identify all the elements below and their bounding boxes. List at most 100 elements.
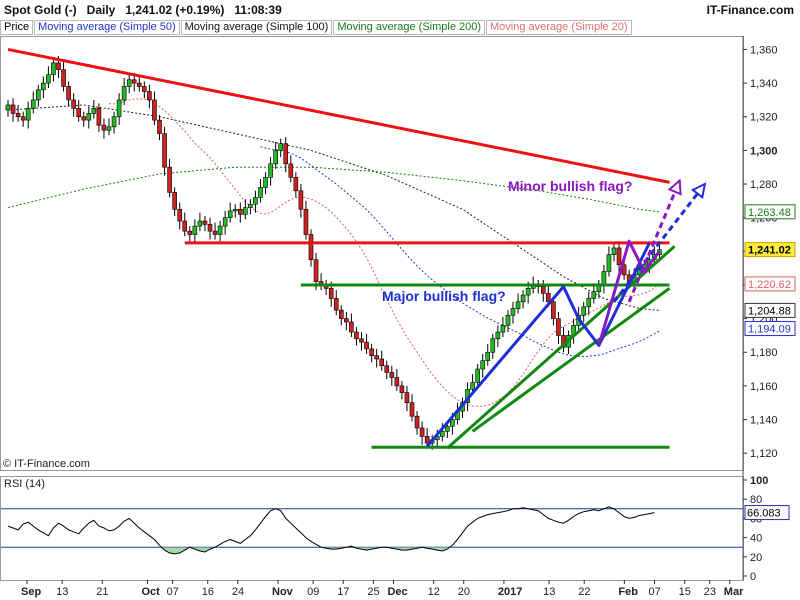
candle-body bbox=[606, 254, 612, 272]
candle-body bbox=[591, 291, 597, 299]
price-y-tick-label: 1,140 bbox=[750, 415, 778, 427]
x-tick-label: Nov bbox=[272, 586, 294, 598]
rsi-y-tick-label: 100 bbox=[750, 475, 768, 487]
candle-body bbox=[46, 74, 51, 84]
candle-body bbox=[131, 79, 137, 84]
candle-body bbox=[369, 348, 374, 356]
price-y-tick-label: 1,160 bbox=[750, 381, 778, 393]
rsi-title: RSI (14) bbox=[4, 478, 45, 490]
candle-body bbox=[172, 192, 177, 210]
candle-body bbox=[540, 286, 546, 294]
candle-body bbox=[232, 208, 238, 212]
candle-body bbox=[485, 351, 491, 361]
x-tick-label: 17 bbox=[337, 586, 349, 598]
candle-body bbox=[278, 143, 284, 151]
candle-body bbox=[66, 86, 71, 101]
x-tick-label: 25 bbox=[367, 586, 379, 598]
x-tick-label: 15 bbox=[679, 586, 691, 598]
candle-body bbox=[197, 220, 203, 227]
rsi-panel-frame bbox=[0, 476, 744, 581]
candle-body bbox=[551, 301, 556, 319]
candle-body bbox=[56, 62, 61, 70]
candle-body bbox=[303, 208, 309, 235]
candle-body bbox=[116, 99, 122, 118]
candle-body bbox=[25, 108, 31, 121]
candle-body bbox=[419, 427, 425, 437]
rsi-y-tick-label: 40 bbox=[750, 533, 762, 545]
candle-body bbox=[268, 163, 273, 178]
candle-body bbox=[445, 425, 450, 432]
x-tick-label: 24 bbox=[232, 586, 244, 598]
candle-body bbox=[157, 119, 162, 134]
candle-body bbox=[167, 166, 172, 193]
candle-body bbox=[404, 392, 410, 404]
candle-body bbox=[137, 82, 142, 87]
candle-body bbox=[349, 321, 354, 333]
x-tick-label: 07 bbox=[167, 586, 179, 598]
candle-body bbox=[344, 318, 349, 323]
price-badge-label: 1,241.02 bbox=[748, 245, 791, 257]
candle-body bbox=[71, 99, 76, 109]
candle-body bbox=[227, 210, 233, 218]
candle-body bbox=[581, 306, 587, 316]
x-tick-label: 23 bbox=[704, 586, 716, 598]
candle-body bbox=[293, 177, 299, 192]
candle-body bbox=[207, 224, 213, 232]
price-chart: 1,1201,1401,1601,1801,2001,2201,2401,260… bbox=[0, 36, 796, 598]
candle-body bbox=[556, 318, 561, 336]
candle-body bbox=[475, 368, 480, 383]
annotation-major-flag: Major bullish flag? bbox=[382, 288, 506, 304]
x-tick-label: Oct bbox=[141, 586, 160, 598]
candle-body bbox=[81, 116, 87, 121]
x-tick-label: 20 bbox=[458, 586, 470, 598]
candle-body bbox=[61, 69, 66, 87]
candle-body bbox=[409, 402, 415, 417]
x-tick-label: 21 bbox=[96, 586, 108, 598]
candle-body bbox=[424, 436, 430, 444]
candle-body bbox=[192, 225, 198, 235]
x-tick-label: 2017 bbox=[498, 586, 522, 598]
x-tick-label: 22 bbox=[578, 586, 590, 598]
candle-body bbox=[288, 163, 294, 178]
candle-body bbox=[515, 301, 521, 309]
candle-body bbox=[313, 259, 319, 282]
candle-body bbox=[338, 309, 344, 319]
x-tick-label: 07 bbox=[649, 586, 661, 598]
candle-body bbox=[520, 294, 526, 303]
candle-body bbox=[51, 62, 56, 75]
x-tick-label: 13 bbox=[543, 586, 555, 598]
candle-body bbox=[96, 108, 102, 126]
candle-body bbox=[308, 234, 314, 261]
candle-body bbox=[248, 203, 253, 208]
candle-body bbox=[616, 247, 622, 266]
candle-body bbox=[187, 230, 193, 235]
candle-body bbox=[5, 104, 11, 111]
candle-body bbox=[525, 288, 531, 296]
candle-body bbox=[298, 190, 304, 210]
price-y-tick-label: 1,360 bbox=[750, 44, 778, 56]
candle-body bbox=[500, 325, 506, 333]
candle-body bbox=[611, 247, 617, 255]
candle-body bbox=[202, 220, 208, 225]
price-badge-label: 1,263.48 bbox=[748, 207, 791, 219]
candle-body bbox=[10, 104, 16, 114]
x-tick-label: Mar bbox=[724, 586, 744, 598]
candle-body bbox=[495, 331, 501, 340]
candle-body bbox=[389, 372, 395, 378]
x-tick-label: Feb bbox=[618, 586, 638, 598]
candle-body bbox=[162, 133, 167, 168]
x-tick-label: 13 bbox=[56, 586, 68, 598]
candle-body bbox=[177, 208, 182, 222]
candle-body bbox=[222, 217, 228, 227]
candle-body bbox=[364, 341, 369, 350]
candle-body bbox=[328, 288, 334, 299]
candle-body bbox=[354, 331, 359, 340]
candle-body bbox=[30, 99, 36, 109]
candle-body bbox=[86, 113, 92, 121]
candle-body bbox=[142, 86, 147, 92]
price-y-tick-label: 1,340 bbox=[750, 78, 778, 90]
candle-body bbox=[15, 113, 21, 118]
candle-body bbox=[480, 360, 486, 370]
price-y-tick-label: 1,280 bbox=[750, 179, 778, 191]
candle-body bbox=[106, 126, 112, 131]
